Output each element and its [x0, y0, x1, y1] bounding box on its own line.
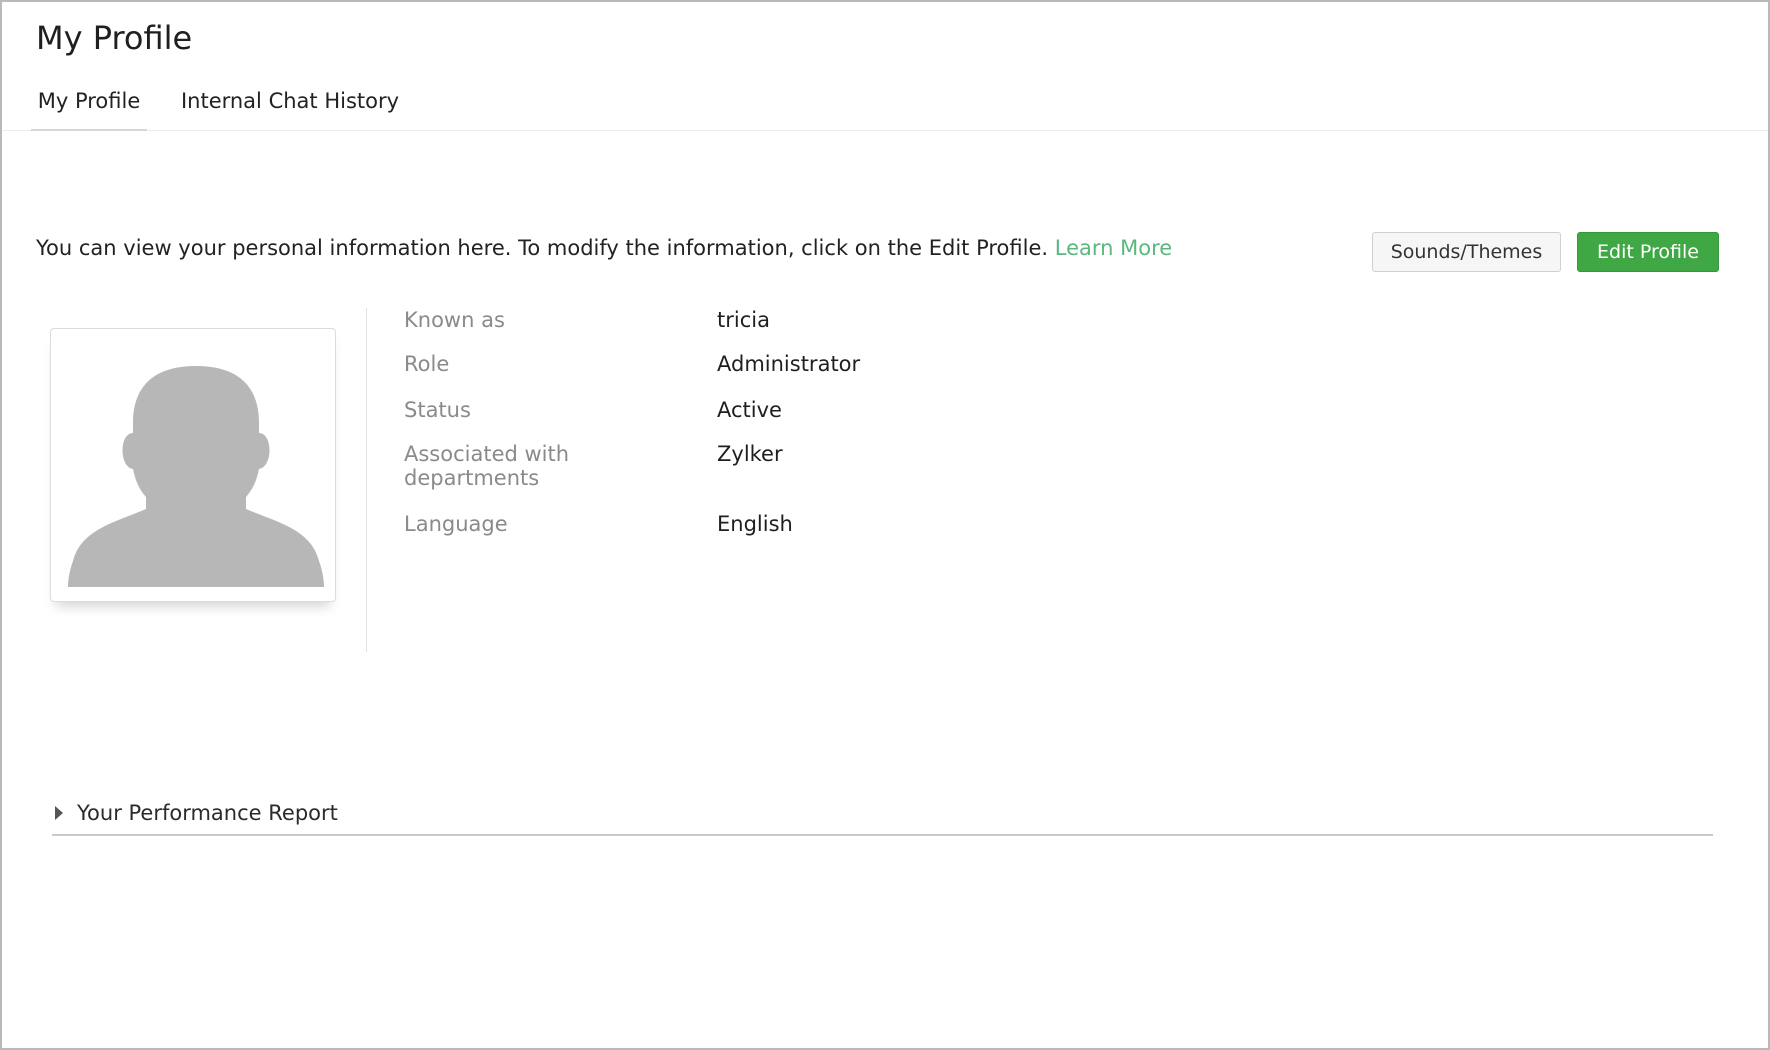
intro-text: You can view your personal information h… [36, 232, 1172, 264]
performance-report-label: Your Performance Report [77, 801, 338, 825]
avatar [50, 328, 336, 602]
tab-my-profile[interactable]: My Profile [31, 80, 147, 131]
caret-right-icon [55, 806, 63, 820]
profile-divider [366, 308, 367, 652]
field-value-departments: Zylker [717, 442, 783, 466]
field-label-role: Role [404, 352, 450, 376]
learn-more-link[interactable]: Learn More [1055, 236, 1172, 260]
field-label-language: Language [404, 512, 508, 536]
field-value-language: English [717, 512, 793, 536]
tab-internal-chat-history[interactable]: Internal Chat History [177, 80, 403, 129]
sounds-themes-button[interactable]: Sounds/Themes [1372, 232, 1561, 272]
tab-bar: My Profile Internal Chat History [2, 80, 1768, 131]
user-silhouette-icon [68, 366, 324, 587]
field-value-status: Active [717, 398, 782, 422]
page-title: My Profile [36, 19, 193, 57]
field-label-known-as: Known as [404, 308, 505, 332]
edit-profile-button[interactable]: Edit Profile [1577, 232, 1719, 272]
field-label-departments: Associated with departments [404, 442, 570, 490]
performance-report-toggle[interactable]: Your Performance Report [52, 798, 1713, 836]
intro-message: You can view your personal information h… [36, 236, 1055, 260]
field-value-role: Administrator [717, 352, 861, 376]
field-label-status: Status [404, 398, 471, 422]
profile-page: My Profile My Profile Internal Chat Hist… [0, 0, 1770, 1050]
field-value-known-as: tricia [717, 308, 770, 332]
